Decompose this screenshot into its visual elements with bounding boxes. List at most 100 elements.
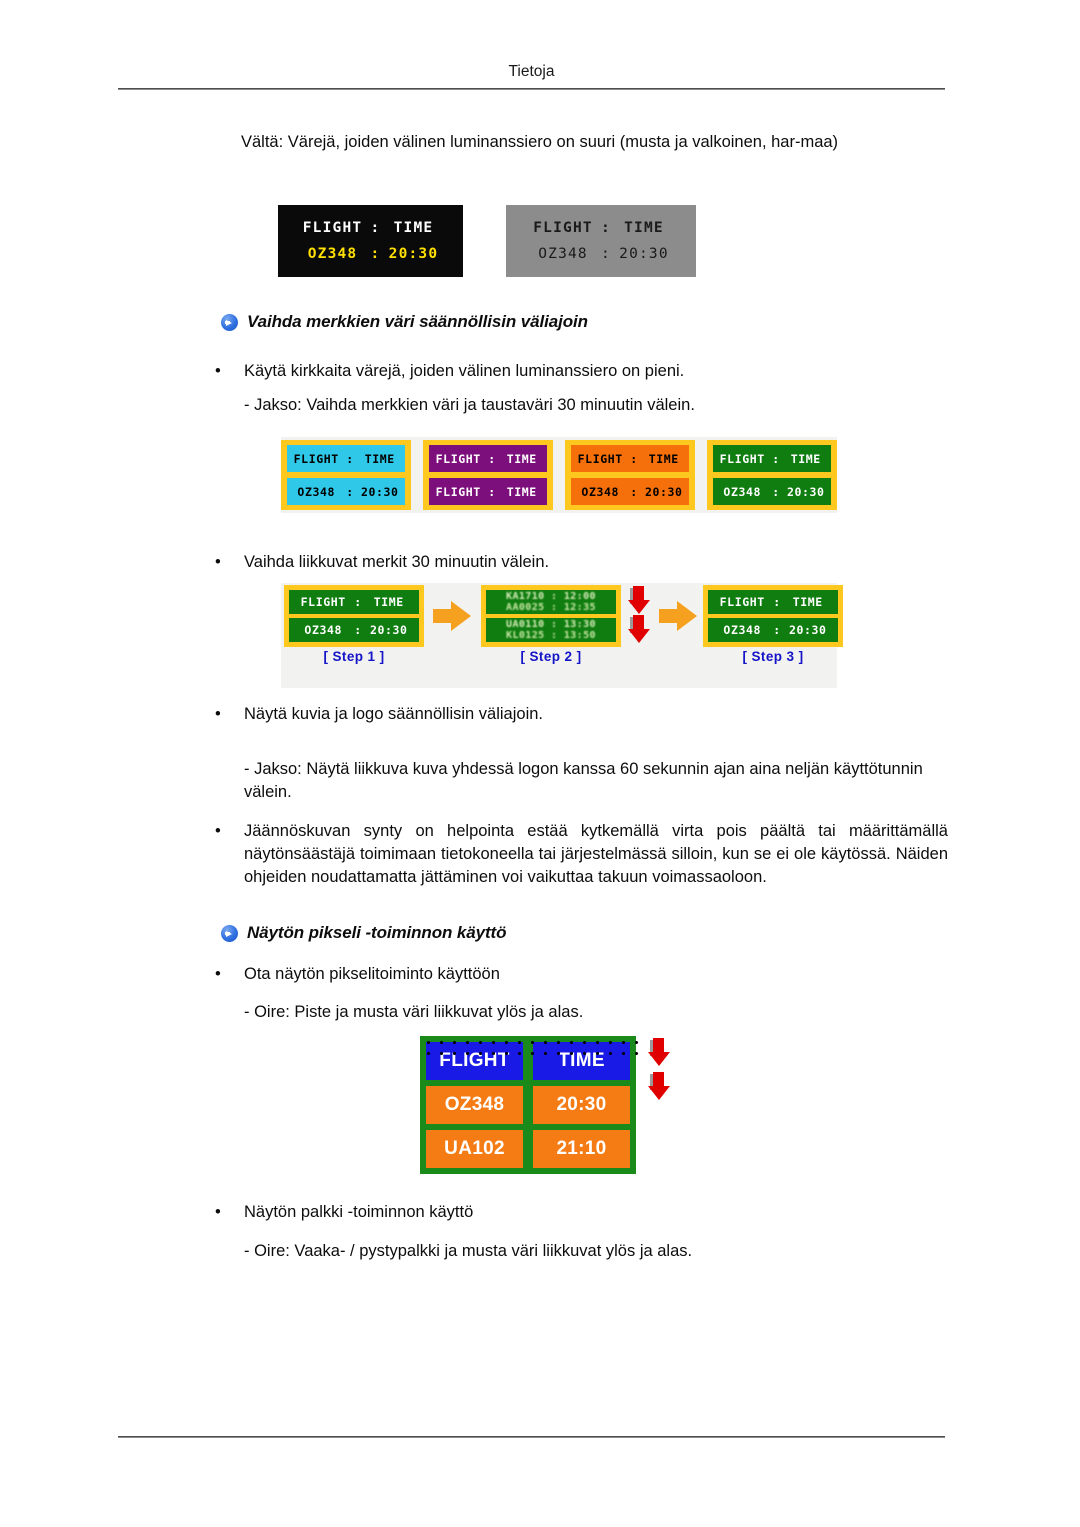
bullet-dot: •: [215, 553, 221, 571]
gray-board-r2-col1: OZ348: [538, 246, 588, 262]
step-1-r2-col2: 20:30: [369, 623, 408, 637]
cyan-board-r2-sep: :: [346, 484, 354, 499]
gray-board-r1-sep: :: [601, 220, 611, 236]
bullet-moving-characters-text: Vaihda liikkuvat merkit 30 minuutin väle…: [244, 553, 550, 571]
black-board-r1-col1: FLIGHT: [302, 220, 363, 236]
step-3-r1-col1: FLIGHT: [719, 595, 765, 609]
cyan-board-row-1: FLIGHT : TIME: [287, 445, 405, 472]
green-board-r1-sep: :: [772, 451, 780, 466]
step-3-r1-sep: :: [773, 595, 781, 609]
pixel-board-row-2: UA102 21:10: [426, 1130, 630, 1168]
bullet-afterimage-prevention-text: Jäännöskuvan synty on helpointa estää ky…: [244, 822, 948, 886]
page-header-title: Tietoja: [508, 63, 555, 80]
step-1-row-2: OZ348 : 20:30: [289, 618, 419, 642]
cyan-board-r2-col2: 20:30: [360, 484, 399, 499]
step-3-r2-col1: OZ348: [723, 623, 762, 637]
pixel-board-row-1: OZ348 20:30: [426, 1086, 630, 1124]
subline-bar-symptom: - Oire: Vaaka- / pystypalkki ja musta vä…: [244, 1242, 693, 1260]
step-2-board: KA1710 : 12:00 AA0025 : 12:35 UA0110 : 1…: [481, 585, 621, 647]
gray-board-r1-col2: TIME: [624, 220, 664, 236]
pixel-board-row-header: FLIGHT TIME: [426, 1042, 630, 1080]
bullet-bright-colors: • Käytä kirkkaita värejä, joiden välinen…: [215, 360, 945, 383]
step-3-row-1: FLIGHT : TIME: [708, 590, 838, 614]
step-3-label: [ Step 3 ]: [742, 649, 804, 664]
purple-board-r1-col2: TIME: [506, 451, 537, 466]
purple-board: FLIGHT : TIME FLIGHT : TIME: [423, 440, 553, 510]
intro-paragraph: Vältä: Värejä, joiden välinen luminanssi…: [241, 133, 839, 151]
purple-board-r2-col1: FLIGHT: [435, 484, 481, 499]
arrow-down-icon-1: [628, 586, 650, 616]
orange-board-row-1: FLIGHT : TIME: [571, 445, 689, 472]
step-1-label: [ Step 1 ]: [323, 649, 385, 664]
step-1-r1-sep: :: [354, 595, 362, 609]
step-2-row-2: UA0110 : 13:30 KL0125 : 13:50: [486, 618, 616, 642]
blue-arrow-icon: [221, 314, 238, 331]
green-board-r1-col2: TIME: [790, 451, 821, 466]
bullet-dot: •: [215, 822, 221, 840]
green-board-r2-col2: 20:30: [786, 484, 825, 499]
bullet-bright-colors-text: Käytä kirkkaita värejä, joiden välinen l…: [244, 362, 685, 380]
step-3-r2-sep: :: [773, 623, 781, 637]
gray-board-r1-col1: FLIGHT: [533, 220, 593, 236]
bullet-show-images-logo-text: Näytä kuvia ja logo säännöllisin väliajo…: [244, 705, 544, 723]
gray-board-row-2: OZ348 : 20:30: [506, 241, 696, 267]
green-board-row-1: FLIGHT : TIME: [713, 445, 831, 472]
step-2-row-1: KA1710 : 12:00 AA0025 : 12:35: [486, 590, 616, 614]
gray-board-row-1: FLIGHT : TIME: [506, 215, 696, 241]
step-1-row-1: FLIGHT : TIME: [289, 590, 419, 614]
document-page: Tietoja Vältä: Värejä, joiden välinen lu…: [0, 0, 1080, 1527]
pixel-board-r1-col2: 20:30: [533, 1086, 630, 1124]
pixel-arrow-down-icon-2: [648, 1072, 670, 1102]
step-1-r1-col2: TIME: [373, 595, 404, 609]
bullet-dot: •: [215, 705, 221, 723]
gray-board: FLIGHT : TIME OZ348 : 20:30: [506, 205, 696, 277]
bullet-enable-pixel: • Ota näytön pikselitoiminto käyttöön: [215, 963, 945, 986]
purple-board-r2-sep: :: [488, 484, 496, 499]
step-3-r1-col2: TIME: [792, 595, 823, 609]
orange-board-r2-col2: 20:30: [644, 484, 683, 499]
bullet-dot: •: [215, 965, 221, 983]
pixel-board-header-col2: TIME: [533, 1042, 630, 1080]
black-board: FLIGHT : TIME OZ348 : 20:30: [278, 205, 463, 277]
arrow-right-icon-2: [659, 601, 697, 631]
black-board-r2-col2: 20:30: [388, 246, 439, 262]
pixel-board-r1-col1: OZ348: [426, 1086, 523, 1124]
orange-board: FLIGHT : TIME OZ348 : 20:30: [565, 440, 695, 510]
cyan-board-r2-col1: OZ348: [297, 484, 336, 499]
subline-logo-interval: - Jakso: Näytä liikkuva kuva yhdessä log…: [244, 760, 923, 801]
green-board-r2-sep: :: [772, 484, 780, 499]
figure-pixel-board: FLIGHT TIME OZ348 20:30 UA102 21:10: [420, 1036, 690, 1176]
bullet-enable-pixel-text: Ota näytön pikselitoiminto käyttöön: [244, 965, 500, 983]
purple-board-row-1: FLIGHT : TIME: [429, 445, 547, 472]
pixel-board-r2-col2: 21:10: [533, 1130, 630, 1168]
black-board-row-1: FLIGHT : TIME: [278, 215, 463, 241]
header-divider: [118, 88, 945, 90]
figure-step-sequence: FLIGHT : TIME OZ348 : 20:30 [ Step 1 ] K…: [281, 583, 843, 688]
step-2-r1-line2: AA0025 : 12:35: [506, 602, 596, 613]
pixel-board-header-col1: FLIGHT: [426, 1042, 523, 1080]
step-3-board: FLIGHT : TIME OZ348 : 20:30: [703, 585, 843, 647]
purple-board-row-2: FLIGHT : TIME: [429, 478, 547, 505]
green-board-r1-col1: FLIGHT: [719, 451, 765, 466]
step-1-r1-col1: FLIGHT: [300, 595, 346, 609]
bullet-show-images-logo: • Näytä kuvia ja logo säännöllisin välia…: [215, 703, 945, 726]
step-3-r2-col2: 20:30: [788, 623, 827, 637]
step-1-r2-sep: :: [354, 623, 362, 637]
figure-color-boards: FLIGHT : TIME OZ348 : 20:30 FLIGHT : TIM…: [281, 437, 837, 513]
cyan-board-r1-col2: TIME: [364, 451, 395, 466]
orange-board-r1-sep: :: [630, 451, 638, 466]
bullet-dot: •: [215, 1203, 221, 1221]
step-1-board: FLIGHT : TIME OZ348 : 20:30: [284, 585, 424, 647]
black-board-row-2: OZ348 : 20:30: [278, 241, 463, 267]
cyan-board-r1-sep: :: [346, 451, 354, 466]
gray-board-r2-col2: 20:30: [619, 246, 669, 262]
section-heading-screen-pixel-label: Näytön pikseli -toiminnon käyttö: [247, 923, 507, 942]
cyan-board: FLIGHT : TIME OZ348 : 20:30: [281, 440, 411, 510]
orange-board-r2-sep: :: [630, 484, 638, 499]
purple-board-r1-sep: :: [488, 451, 496, 466]
bullet-screen-bar-text: Näytön palkki -toiminnon käyttö: [244, 1203, 474, 1221]
subline-change-interval: - Jakso: Vaihda merkkien väri ja taustav…: [244, 396, 695, 414]
green-board-row-2: OZ348 : 20:30: [713, 478, 831, 505]
black-board-r2-col1: OZ348: [307, 246, 358, 262]
orange-board-r1-col2: TIME: [648, 451, 679, 466]
